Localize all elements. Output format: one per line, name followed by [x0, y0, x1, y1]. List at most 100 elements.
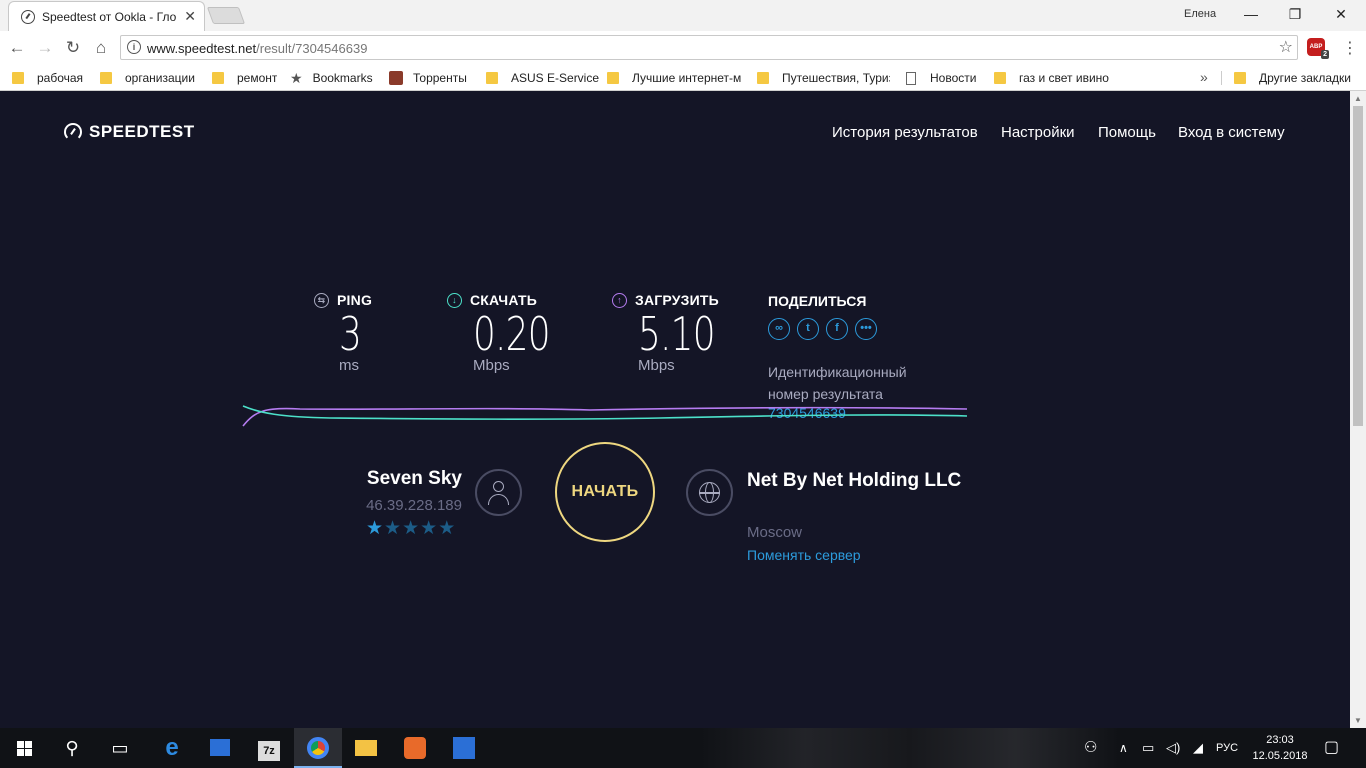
- nav-results-history[interactable]: История результатов: [832, 124, 978, 141]
- bookmarks-overflow-button[interactable]: »: [1200, 69, 1208, 85]
- ping-value: 3: [339, 307, 362, 361]
- reload-button[interactable]: ↻: [62, 37, 84, 59]
- star-icon[interactable]: ★: [402, 517, 419, 540]
- tab-close-icon[interactable]: ✕: [184, 8, 196, 25]
- edge-icon[interactable]: e: [148, 728, 196, 768]
- bookmark-folder[interactable]: газ и свет ивино: [994, 69, 1109, 87]
- more-icon[interactable]: •••: [855, 318, 877, 340]
- upload-value: 5.10: [638, 307, 716, 361]
- server-location: Moscow: [747, 524, 803, 541]
- speedtest-favicon-icon: [21, 10, 35, 24]
- bookmark-folder[interactable]: рабочая: [12, 69, 83, 87]
- page-icon: [906, 71, 916, 85]
- scroll-up-icon[interactable]: ▲: [1354, 94, 1362, 103]
- upload-metric: ↑ ЗАГРУЗИТЬ 5.10 Mbps: [612, 292, 736, 374]
- bookmark-folder[interactable]: ремонт: [212, 69, 277, 87]
- star-icon[interactable]: ★: [384, 517, 401, 540]
- nav-help[interactable]: Помощь: [1098, 124, 1156, 141]
- file-explorer-icon[interactable]: [342, 728, 390, 768]
- download-icon: ↓: [447, 292, 462, 308]
- nav-login[interactable]: Вход в систему: [1178, 124, 1285, 141]
- new-tab-button[interactable]: [206, 7, 246, 24]
- link-icon[interactable]: ∞: [768, 318, 790, 340]
- server-name: Net By Net Holding LLC: [747, 470, 962, 491]
- extension-badge: 2: [1321, 50, 1329, 59]
- twitter-icon[interactable]: t: [797, 318, 819, 340]
- ping-metric: ⇆ PING 3 ms: [314, 292, 372, 374]
- folder-icon: [100, 72, 112, 84]
- torrent-icon: [389, 71, 403, 85]
- back-button[interactable]: ←: [6, 37, 28, 59]
- people-icon[interactable]: ⚇: [1084, 728, 1097, 768]
- folder-icon: [1234, 72, 1246, 84]
- windows-taskbar: ⚲ ▭ e 7z ⚇ ∧ ▭ ◁) ◢ РУС 23:03 12.05.2018…: [0, 728, 1366, 768]
- start-test-button[interactable]: НАЧАТЬ: [555, 442, 655, 542]
- address-bar[interactable]: i www.speedtest.net/result/7304546639 ☆: [120, 35, 1298, 60]
- home-button[interactable]: ⌂: [90, 37, 112, 59]
- restore-button[interactable]: ❐: [1280, 4, 1310, 24]
- star-icon[interactable]: ★: [438, 517, 455, 540]
- adblock-extension-icon[interactable]: ABP 2: [1307, 38, 1329, 59]
- folder-icon: [212, 72, 224, 84]
- eye-app-icon[interactable]: [391, 728, 439, 768]
- browser-titlebar: Speedtest от Ookla - Гло ✕ Елена — ❐ ✕: [0, 0, 1366, 31]
- chrome-icon[interactable]: [294, 728, 342, 768]
- tray-chevron-icon[interactable]: ∧: [1119, 728, 1128, 768]
- start-button[interactable]: [0, 728, 48, 768]
- speedtest-logo[interactable]: SPEEDTEST: [64, 122, 195, 142]
- folder-icon: [486, 72, 498, 84]
- profile-name[interactable]: Елена: [1184, 8, 1216, 20]
- isp-rating[interactable]: ★ ★ ★ ★ ★: [366, 517, 456, 540]
- other-bookmarks[interactable]: Другие закладки: [1234, 69, 1351, 87]
- page-scrollbar[interactable]: ▲ ▼: [1350, 91, 1366, 728]
- gauge-icon: [64, 123, 82, 141]
- bookmark-folder[interactable]: ★ Bookmarks: [290, 69, 373, 87]
- 7zip-icon[interactable]: 7z: [245, 728, 293, 768]
- bookmark-folder[interactable]: Торренты: [389, 69, 467, 87]
- close-window-button[interactable]: ✕: [1326, 4, 1356, 24]
- share-icons: ∞ t f •••: [768, 318, 884, 340]
- site-info-icon[interactable]: i: [127, 40, 141, 54]
- star-icon: ★: [290, 69, 303, 86]
- facebook-icon[interactable]: f: [826, 318, 848, 340]
- settings-app-icon[interactable]: [440, 728, 488, 768]
- folder-icon: [994, 72, 1006, 84]
- url-text[interactable]: www.speedtest.net/result/7304546639: [147, 41, 367, 56]
- browser-tab[interactable]: Speedtest от Ookla - Гло ✕: [8, 1, 205, 31]
- folder-icon: [607, 72, 619, 84]
- folder-icon: [12, 72, 24, 84]
- volume-icon[interactable]: ◁): [1166, 728, 1180, 768]
- notifications-icon[interactable]: ▢: [1324, 728, 1339, 768]
- star-icon[interactable]: ★: [366, 517, 383, 540]
- scrollbar-thumb[interactable]: [1353, 106, 1363, 426]
- network-icon[interactable]: ◢: [1193, 728, 1203, 768]
- wallpaper: [700, 728, 1120, 768]
- battery-icon[interactable]: ▭: [1142, 728, 1154, 768]
- browser-menu-icon[interactable]: ⋮: [1342, 38, 1358, 58]
- bookmark-folder[interactable]: ASUS E-Service: [486, 69, 599, 87]
- change-server-link[interactable]: Поменять сервер: [747, 547, 861, 563]
- bookmark-folder[interactable]: организации: [100, 69, 195, 87]
- upload-icon: ↑: [612, 292, 627, 308]
- star-icon[interactable]: ★: [420, 517, 437, 540]
- browser-toolbar: ← → ↻ ⌂ i www.speedtest.net/result/73045…: [0, 31, 1366, 64]
- store-icon[interactable]: [196, 728, 244, 768]
- search-icon[interactable]: ⚲: [48, 728, 96, 768]
- clock[interactable]: 23:03 12.05.2018: [1252, 732, 1308, 764]
- scroll-down-icon[interactable]: ▼: [1354, 716, 1362, 725]
- speedtest-page: SPEEDTEST История результатов Настройки …: [0, 91, 1350, 728]
- forward-button[interactable]: →: [34, 37, 56, 59]
- bookmark-folder[interactable]: Лучшие интернет-м: [607, 69, 742, 87]
- bookmarks-bar: рабочая организации ремонт ★ Bookmarks То…: [0, 64, 1366, 91]
- isp-name: Seven Sky: [366, 468, 462, 489]
- bookmark-folder[interactable]: Путешествия, Туриз: [757, 69, 890, 87]
- minimize-button[interactable]: —: [1236, 4, 1266, 24]
- language-indicator[interactable]: РУС: [1216, 728, 1238, 768]
- tab-title: Speedtest от Ookla - Гло: [42, 10, 177, 24]
- ping-icon: ⇆: [314, 292, 329, 308]
- nav-settings[interactable]: Настройки: [1001, 124, 1075, 141]
- task-view-icon[interactable]: ▭: [96, 728, 144, 768]
- bookmark-folder[interactable]: Новости: [906, 69, 976, 87]
- bookmark-star-icon[interactable]: ☆: [1279, 37, 1293, 57]
- user-icon: [475, 469, 522, 516]
